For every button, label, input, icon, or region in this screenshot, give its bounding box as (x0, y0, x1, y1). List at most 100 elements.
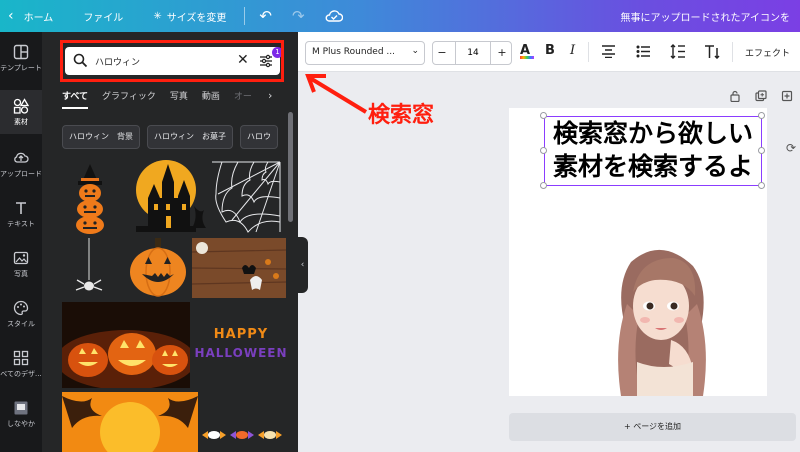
rail-label: べてのデザ... (0, 370, 42, 378)
rail-item-folder[interactable]: しなやか (0, 400, 42, 429)
tab-photos[interactable]: 写真 (170, 89, 188, 109)
result-happy-halloween-text[interactable]: HAPPY HALLOWEEN (194, 326, 288, 362)
font-size-stepper: − + (432, 41, 512, 65)
chip-halloween-sweets[interactable]: ハロウィン お菓子 (147, 125, 233, 149)
upload-icon (14, 152, 29, 163)
search-box[interactable]: ✕ 1 (65, 47, 283, 75)
rail-item-uploads[interactable]: アップロード (0, 150, 42, 179)
annotation-arrow (305, 74, 368, 114)
result-hanging-spider[interactable] (74, 238, 104, 298)
line-spacing-icon[interactable] (670, 44, 686, 59)
tab-graphics[interactable]: グラフィック (102, 89, 156, 109)
result-tabs: すべて グラフィック 写真 動画 オー (62, 89, 266, 109)
result-jack-o-lantern[interactable] (128, 236, 188, 298)
result-orange-moon-bg[interactable] (62, 392, 198, 452)
elements-icon (13, 98, 29, 114)
resize-label: サイズを変更 (166, 12, 227, 24)
rail-item-elements[interactable]: 素材 (0, 90, 42, 134)
rotate-icon[interactable]: ⟳ (786, 141, 796, 155)
duplicate-page-icon[interactable] (755, 90, 767, 102)
italic-icon[interactable]: I (570, 43, 575, 58)
rail-item-text[interactable]: テキスト (0, 200, 42, 229)
topbar-divider (244, 7, 246, 25)
lock-icon[interactable] (729, 90, 741, 102)
upload-notice: 無事にアップロードされたアイコンを (620, 13, 791, 24)
template-icon (13, 44, 29, 60)
photo-icon (13, 251, 29, 265)
text-color-button[interactable]: A (520, 43, 534, 59)
canvas-textbox[interactable]: 検索窓から欲しい 素材を検索するよ (544, 116, 762, 186)
result-wood-halloween-photo[interactable] (192, 238, 286, 298)
resize-handle-br[interactable] (758, 182, 765, 189)
redo-icon[interactable]: ↷ (292, 7, 305, 25)
clear-search-icon[interactable]: ✕ (237, 53, 249, 67)
rail-item-templates[interactable]: テンプレート (0, 44, 42, 73)
text-icon (16, 202, 26, 214)
search-input[interactable] (95, 52, 235, 70)
elements-panel: ✕ 1 すべて グラフィック 写真 動画 オー › ハロウィン 背景 ハロウィン… (42, 32, 298, 452)
happy-word: HAPPY (213, 327, 269, 342)
toolbar-divider (588, 42, 589, 62)
rail-item-styles[interactable]: スタイル (0, 300, 42, 329)
filter-count-badge: 1 (272, 47, 283, 58)
font-family-select[interactable]: M Plus Rounded ... ⌄ (305, 41, 425, 65)
bold-icon[interactable]: B (545, 43, 555, 58)
rail-label: テキスト (7, 220, 35, 228)
suggestion-chips: ハロウィン 背景 ハロウィン お菓子 ハロウ (62, 125, 285, 149)
text-color-icon: A (520, 43, 531, 58)
tabs-next-chevron-icon[interactable]: › (268, 89, 272, 102)
resize-button[interactable]: ✳ サイズを変更 (153, 9, 226, 24)
effects-button[interactable]: エフェクト (745, 46, 790, 59)
tab-audio[interactable]: オー (234, 89, 252, 109)
vertical-text-icon[interactable] (704, 44, 720, 59)
resize-handle-l[interactable] (540, 147, 547, 154)
top-bar: ‹ ホーム ファイル ✳ サイズを変更 ↶ ↷ 無事にアップロードされたアイコン… (0, 0, 800, 32)
rail-label: アップロード (0, 170, 42, 178)
folder-icon (14, 401, 28, 415)
result-candy-strip[interactable] (200, 426, 284, 444)
resize-handle-bl[interactable] (540, 182, 547, 189)
rail-label: 写真 (14, 270, 28, 278)
tab-all[interactable]: すべて (62, 89, 89, 109)
left-rail: テンプレート 素材 アップロード テキスト 写真 スタイル べてのデザ... し… (0, 32, 42, 452)
result-pumpkin-tower[interactable] (60, 162, 120, 234)
toolbar-divider (732, 42, 733, 62)
undo-icon[interactable]: ↶ (259, 7, 272, 25)
annotation-label: 検索窓 (368, 103, 435, 128)
font-size-input[interactable] (455, 42, 491, 64)
panel-scrollbar[interactable] (288, 112, 293, 222)
chip-halloween-more[interactable]: ハロウ (240, 125, 278, 149)
textbox-line-2: 素材を検索するよ (552, 152, 753, 181)
filter-icon[interactable] (259, 54, 273, 68)
rail-label: しなやか (7, 420, 35, 428)
search-icon (73, 53, 88, 68)
back-chevron-icon[interactable]: ‹ (8, 8, 14, 24)
text-toolbar: M Plus Rounded ... ⌄ − + A B I エフェクト (298, 32, 800, 72)
align-center-icon[interactable] (601, 45, 616, 58)
file-menu-button[interactable]: ファイル (83, 9, 123, 24)
palette-icon (13, 300, 29, 316)
result-spider-web[interactable] (210, 160, 282, 234)
resize-handle-tl[interactable] (540, 112, 547, 119)
home-button[interactable]: ホーム (24, 9, 54, 24)
illustration-woman[interactable] (597, 244, 727, 396)
panel-collapse-chevron-icon[interactable]: ‹ (297, 237, 308, 293)
tab-videos[interactable]: 動画 (202, 89, 220, 109)
result-haunted-house[interactable] (132, 160, 210, 236)
resize-handle-r[interactable] (758, 147, 765, 154)
cloud-saved-icon[interactable] (325, 9, 343, 23)
rail-label: 素材 (14, 118, 28, 126)
sparkle-icon: ✳ (153, 10, 162, 22)
list-icon[interactable] (636, 45, 651, 58)
increase-size-button[interactable]: + (493, 46, 511, 59)
chip-halloween-background[interactable]: ハロウィン 背景 (62, 125, 140, 149)
rail-item-all-designs[interactable]: べてのデザ... (0, 350, 42, 379)
decrease-size-button[interactable]: − (433, 46, 451, 59)
resize-handle-tr[interactable] (758, 112, 765, 119)
rail-label: スタイル (7, 320, 35, 328)
add-page-icon[interactable] (781, 90, 793, 102)
add-page-button[interactable]: + ページを追加 (509, 413, 796, 441)
rail-label: テンプレート (0, 64, 42, 72)
rail-item-photos[interactable]: 写真 (0, 250, 42, 279)
result-pumpkins-photo[interactable] (62, 302, 190, 388)
